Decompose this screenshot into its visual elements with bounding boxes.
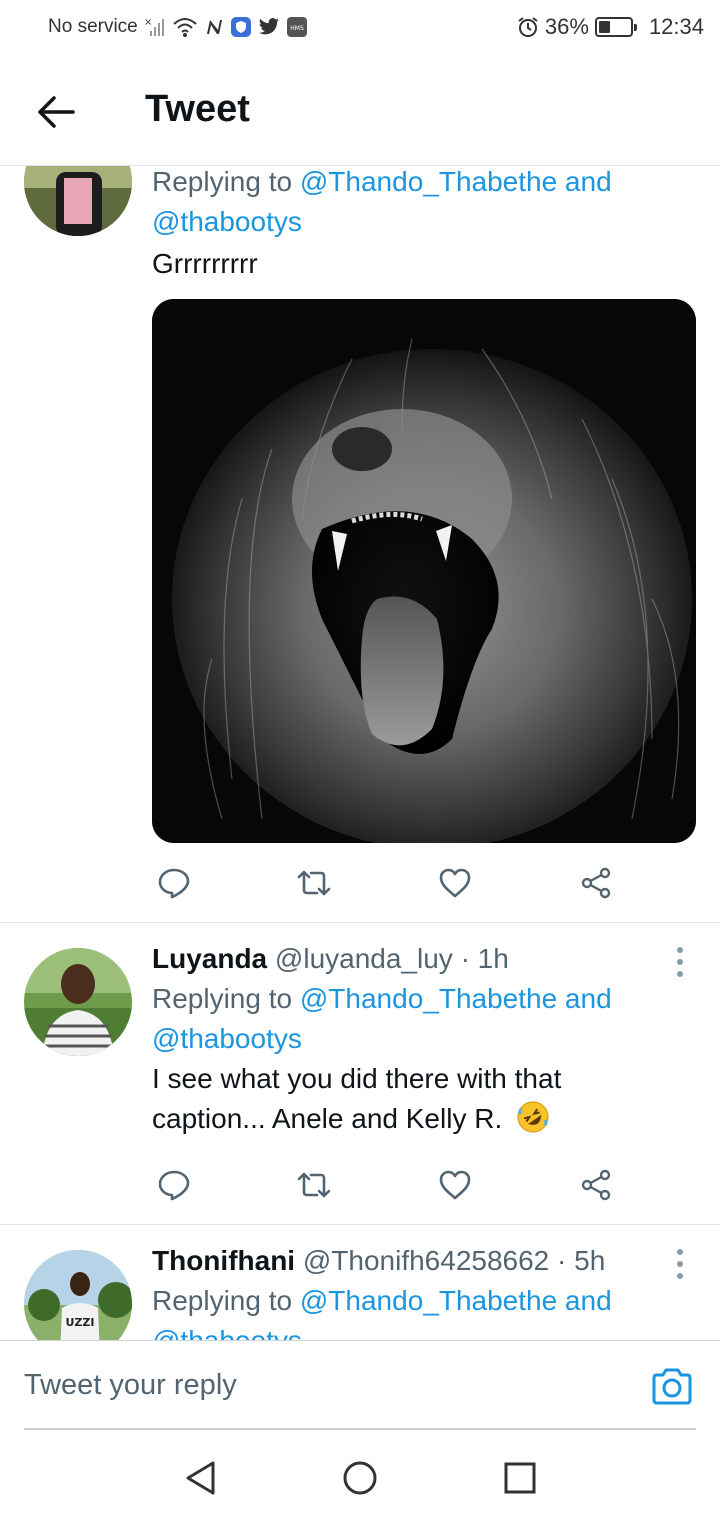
share-icon	[581, 1169, 611, 1201]
carrier-text: No service	[48, 16, 138, 37]
shield-app-icon	[230, 16, 252, 38]
lion-photo[interactable]	[152, 299, 696, 843]
status-right: 36% 12:34	[517, 14, 704, 40]
back-triangle-icon	[186, 1461, 215, 1495]
rolling-on-floor-laughing-emoji	[516, 1100, 550, 1145]
mention-link[interactable]: @thabootys	[152, 206, 302, 237]
display-name[interactable]: Thonifhani	[152, 1245, 295, 1276]
status-left: No service × HMS	[48, 16, 308, 38]
tweet-body: Replying to @Thando_Thabethe and @thaboo…	[152, 166, 696, 284]
camera-button[interactable]	[650, 1365, 694, 1409]
tweet-text-line: caption... Anele and Kelly R.	[152, 1103, 503, 1134]
tweet-item[interactable]: Replying to @Thando_Thabethe and @thaboo…	[0, 166, 720, 922]
nav-back-button[interactable]	[180, 1458, 220, 1498]
reply-icon	[158, 1170, 190, 1201]
nav-recents-button[interactable]	[500, 1458, 540, 1498]
clock: 12:34	[648, 14, 704, 39]
like-icon	[439, 1170, 471, 1200]
replying-prefix: Replying to	[152, 983, 293, 1014]
tweet-body: Thonifhani @Thonifh64258662 · 5h Replyin…	[152, 1241, 696, 1340]
tweet-item[interactable]: Luyanda @luyanda_luy · 1h Replying to @T…	[0, 923, 720, 1224]
mention-link[interactable]: @Thando_Thabethe and	[300, 983, 612, 1014]
nav-home-button[interactable]	[340, 1458, 380, 1498]
like-button[interactable]	[433, 861, 477, 905]
replying-to: Replying to @Thando_Thabethe and @thaboo…	[152, 166, 696, 242]
handle[interactable]: @Thonifh64258662	[303, 1245, 549, 1276]
reply-icon	[158, 868, 190, 899]
timestamp: · 1h	[460, 943, 509, 974]
system-nav-bar	[0, 1432, 720, 1520]
reply-button[interactable]	[152, 861, 196, 905]
retweet-button[interactable]	[292, 861, 336, 905]
tweet-header: Luyanda @luyanda_luy · 1h	[152, 939, 696, 979]
tweet-text-line: I see what you did there with that	[152, 1063, 562, 1094]
retweet-button[interactable]	[292, 1163, 336, 1207]
tweet-actions	[152, 861, 632, 905]
page-title: Tweet	[145, 88, 250, 130]
home-circle-icon	[343, 1461, 377, 1495]
camera-icon	[652, 1368, 692, 1405]
tweet-header: Thonifhani @Thonifh64258662 · 5h	[152, 1241, 696, 1281]
battery-icon	[594, 17, 637, 37]
like-button[interactable]	[433, 1163, 477, 1207]
svg-text:×: ×	[144, 17, 152, 28]
tweet-actions	[152, 1163, 632, 1207]
timestamp: · 5h	[557, 1245, 606, 1276]
twitter-bird-icon	[258, 17, 280, 37]
reply-button[interactable]	[152, 1163, 196, 1207]
back-button[interactable]	[30, 86, 82, 138]
status-bar: No service × HMS 36% 12:34	[0, 0, 720, 56]
retweet-icon	[297, 1172, 331, 1198]
handle[interactable]: @luyanda_luy	[275, 943, 453, 974]
n-app-icon	[204, 17, 224, 37]
mention-link[interactable]: @Thando_Thabethe and	[300, 166, 612, 197]
alarm-icon	[517, 16, 539, 38]
tweet-text: I see what you did there with that capti…	[152, 1059, 696, 1145]
avatar[interactable]	[24, 166, 132, 236]
share-icon	[581, 867, 611, 899]
reply-bar	[0, 1340, 720, 1430]
replying-prefix: Replying to	[152, 166, 293, 197]
recents-square-icon	[504, 1462, 536, 1494]
battery-percent: 36%	[544, 14, 589, 39]
share-button[interactable]	[574, 861, 618, 905]
mention-link[interactable]: @thabootys	[152, 1023, 302, 1054]
tweet-item[interactable]: UZZI Thonifhani @Thonifh64258662 · 5h Re…	[0, 1225, 720, 1340]
replying-to: Replying to @Thando_Thabethe and @thaboo…	[152, 1281, 696, 1340]
mention-link[interactable]: @thabootys	[152, 1325, 302, 1340]
tweet-text: Grrrrrrrrr	[152, 248, 258, 279]
tweet-body: Luyanda @luyanda_luy · 1h Replying to @T…	[152, 939, 696, 1145]
hms-icon: HMS	[286, 16, 308, 38]
signal-x-icon: ×	[144, 16, 166, 38]
mention-link[interactable]: @Thando_Thabethe and	[300, 1285, 612, 1316]
reply-input[interactable]	[24, 1369, 624, 1402]
retweet-icon	[297, 870, 331, 896]
replying-prefix: Replying to	[152, 1285, 293, 1316]
tweet-feed[interactable]: Replying to @Thando_Thabethe and @thaboo…	[0, 166, 720, 1340]
reply-underline	[24, 1428, 696, 1430]
svg-text:UZZI: UZZI	[66, 1316, 95, 1329]
svg-text:HMS: HMS	[290, 25, 304, 32]
arrow-left-icon	[38, 96, 75, 128]
wifi-icon	[172, 16, 198, 38]
share-button[interactable]	[574, 1163, 618, 1207]
display-name[interactable]: Luyanda	[152, 943, 267, 974]
like-icon	[439, 868, 471, 898]
avatar[interactable]	[24, 948, 132, 1056]
replying-to: Replying to @Thando_Thabethe and @thaboo…	[152, 979, 696, 1059]
avatar[interactable]: UZZI	[24, 1250, 132, 1340]
header: Tweet	[0, 56, 720, 166]
